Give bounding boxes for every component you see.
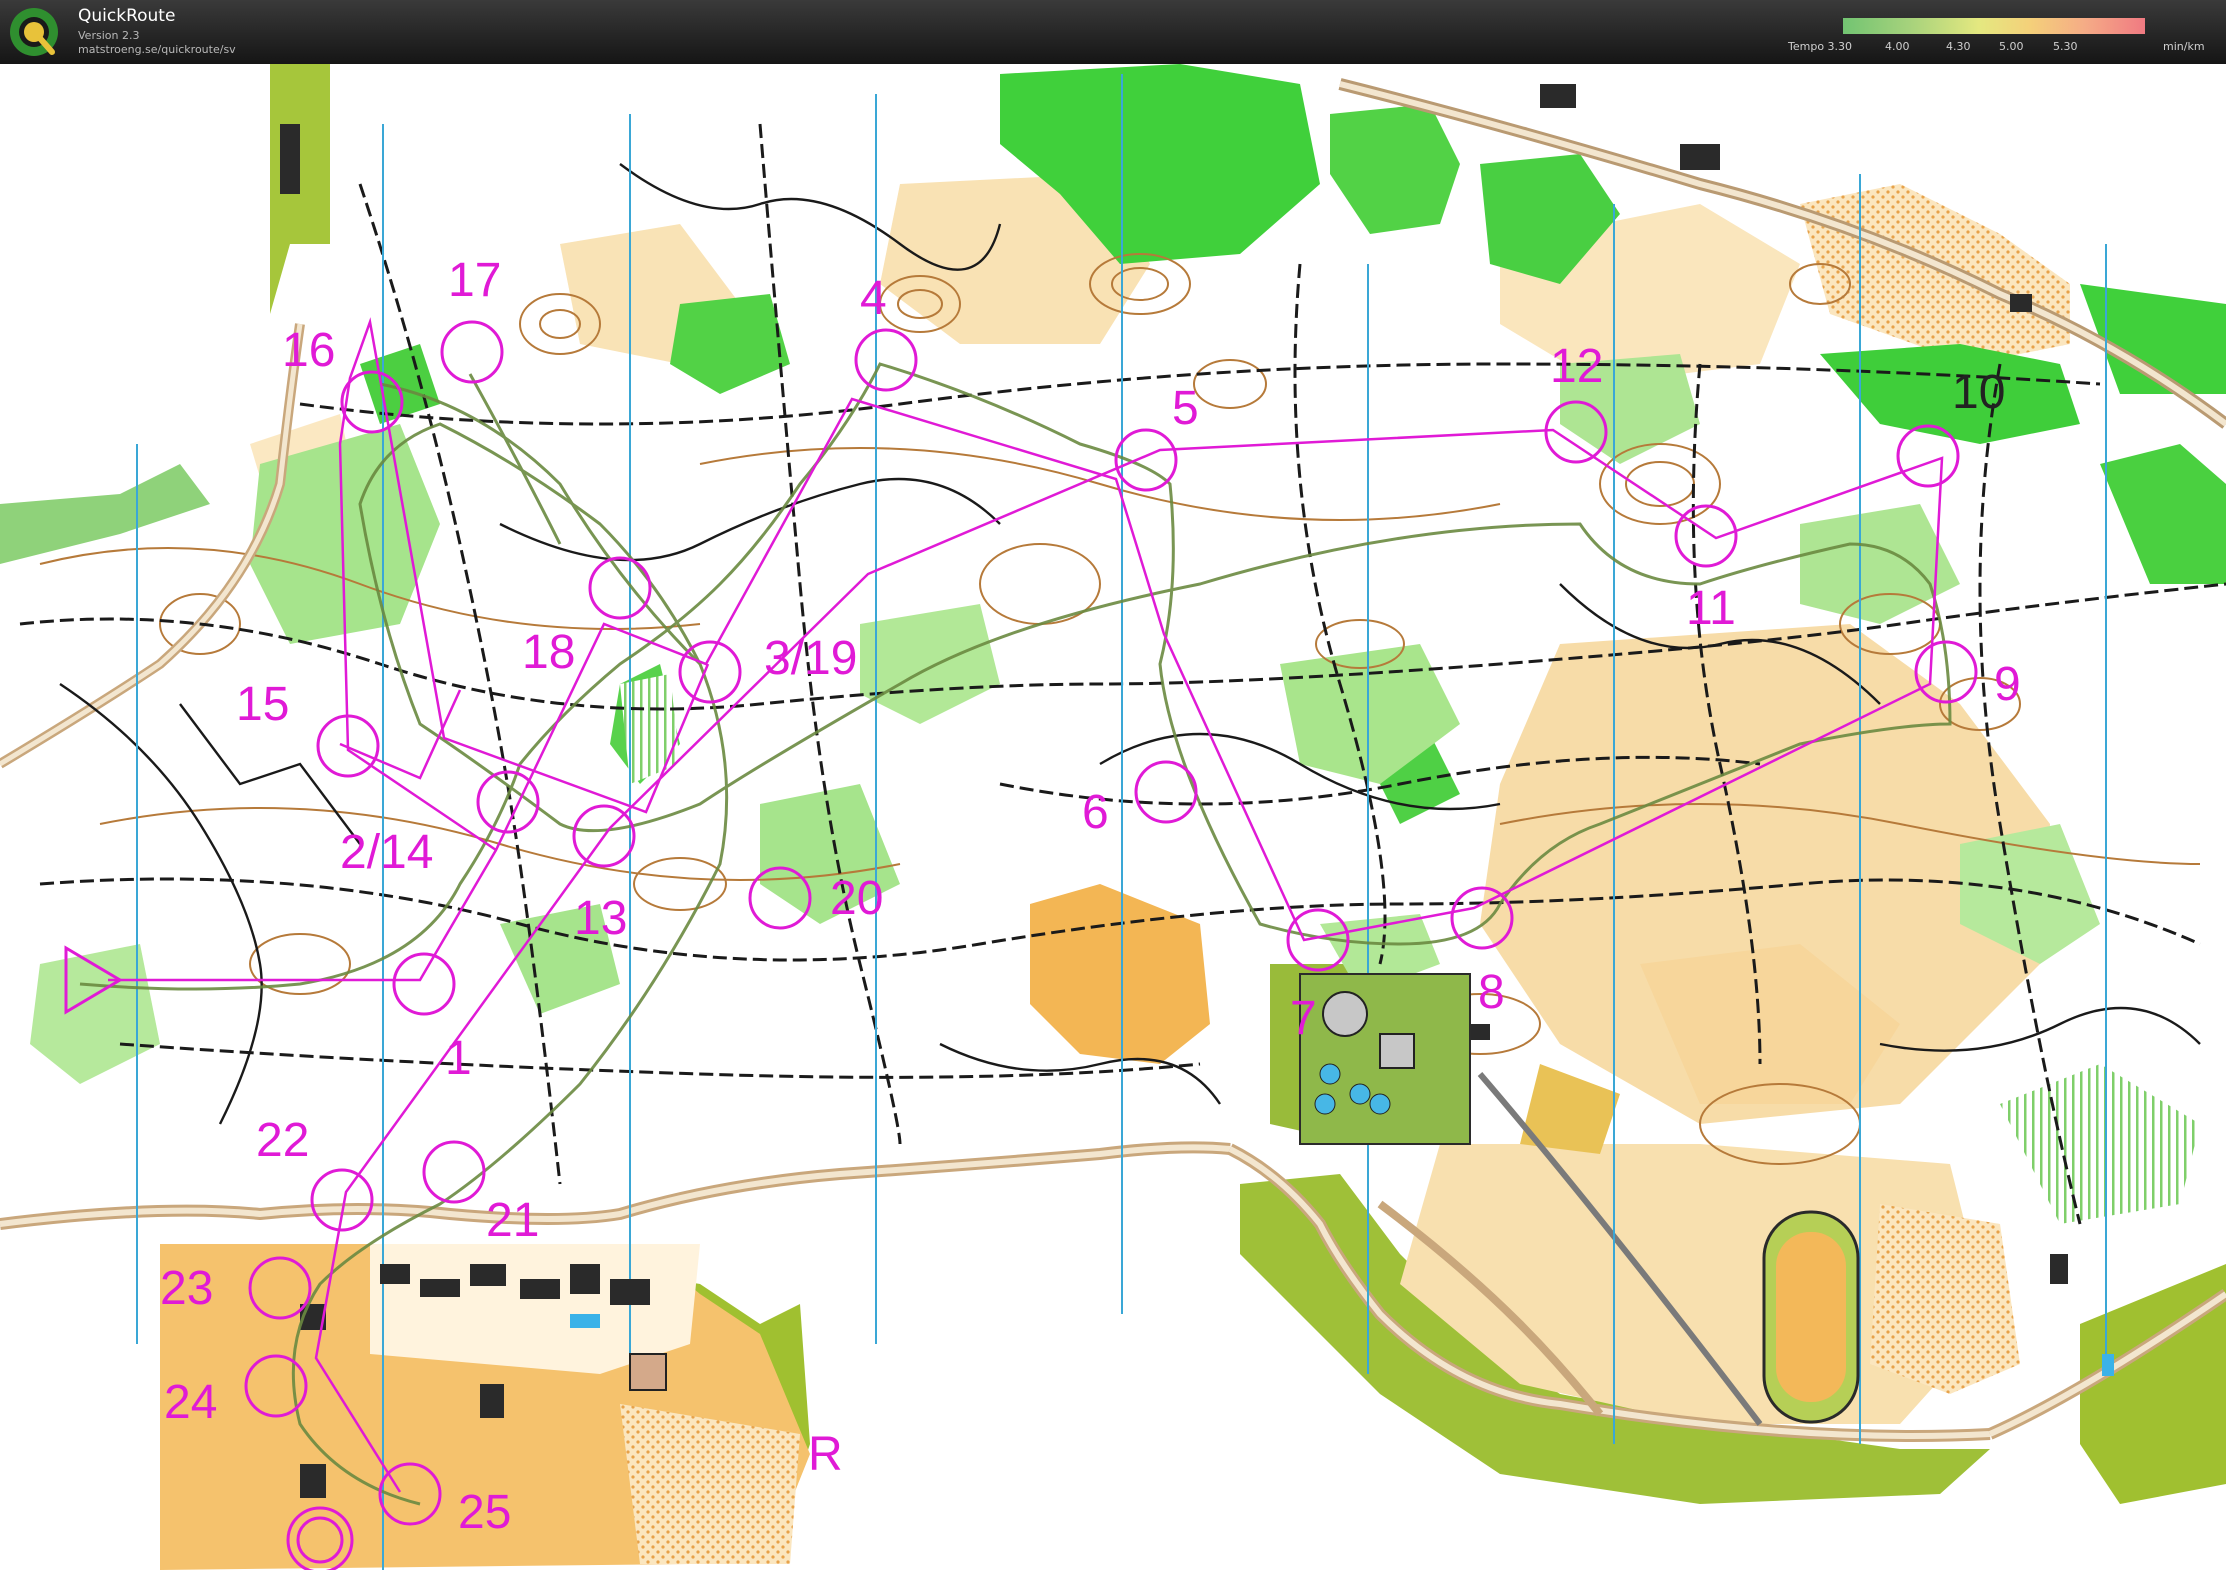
quickroute-logo-icon (10, 8, 58, 56)
control-label: 16 (282, 324, 335, 377)
control-label: R (808, 1428, 843, 1481)
legend-tick: 4.00 (1885, 40, 1910, 53)
running-track (1762, 1210, 1860, 1424)
control-label: 25 (458, 1486, 511, 1539)
control-label: 21 (486, 1194, 539, 1247)
control-label: 22 (256, 1114, 309, 1167)
swimming-pool (570, 1314, 600, 1328)
legend-tick: 4.30 (1946, 40, 1971, 53)
control-label: 2/14 (340, 826, 433, 879)
control-label: 24 (164, 1376, 217, 1429)
app-url: matstroeng.se/quickroute/sv (78, 43, 236, 56)
control-label: 10 (1952, 366, 2005, 419)
control-label: 7 (1290, 992, 1317, 1045)
control-label: 17 (448, 254, 501, 307)
control-label: 13 (574, 892, 627, 945)
legend-unit: min/km (2163, 40, 2205, 53)
water-feature (2102, 1354, 2114, 1376)
orienteering-map[interactable]: 1 2/14 3/19 4 5 6 7 8 9 10 11 12 13 15 1… (0, 64, 2226, 1570)
control-label: 4 (860, 272, 887, 325)
control-label: 5 (1172, 382, 1199, 435)
control-label: 6 (1082, 786, 1109, 839)
legend-tick: 5.30 (2053, 40, 2078, 53)
open-land (1870, 1204, 2020, 1394)
control-label: 8 (1478, 966, 1505, 1019)
control-label: 15 (236, 678, 289, 731)
app-title: QuickRoute (78, 6, 176, 26)
water-treatment-facility (1299, 973, 1471, 1145)
control-label: 11 (1686, 582, 1736, 635)
control-label: 23 (160, 1262, 213, 1315)
app-version: Version 2.3 (78, 29, 140, 42)
pace-legend-bar (1843, 18, 2145, 34)
app-header: QuickRoute Version 2.3 matstroeng.se/qui… (0, 0, 2226, 64)
control-label: 1 (445, 1032, 472, 1085)
legend-tick: Tempo 3.30 (1788, 40, 1853, 53)
building-structure (629, 1353, 667, 1391)
control-label: 20 (830, 872, 883, 925)
control-label: 18 (522, 626, 575, 679)
legend-tick: 5.00 (1999, 40, 2024, 53)
control-label: 12 (1550, 340, 1603, 393)
control-label: 9 (1994, 658, 2021, 711)
control-label: 3/19 (764, 632, 857, 685)
